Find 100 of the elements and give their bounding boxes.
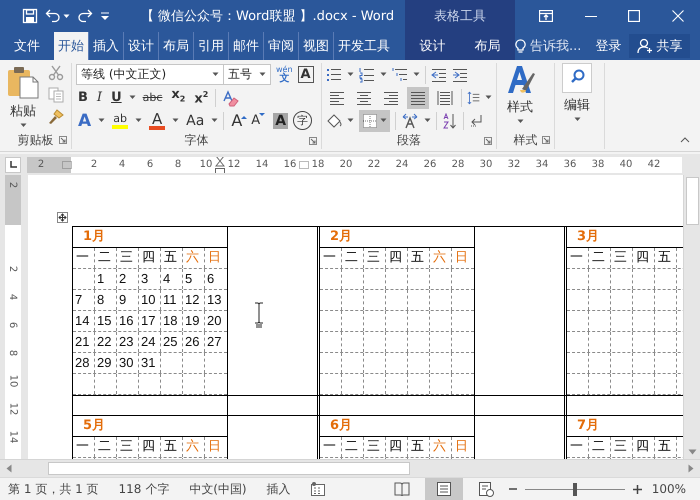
sort-icon[interactable] [442,112,458,128]
clear-formatting-icon[interactable] [221,88,240,106]
scroll-right-icon[interactable] [688,464,694,473]
strike-button[interactable]: abc [140,90,164,106]
language-indicator[interactable]: 中文(中国) [189,480,247,498]
maximize-icon[interactable] [628,10,640,22]
superscript-button[interactable]: x$^{2}$ [192,87,210,108]
highlight-button[interactable]: ab [110,112,130,129]
italic-button[interactable]: I [94,90,104,106]
column-marker-icon[interactable] [62,160,72,170]
font-name-dropdown[interactable]: 等线 (中文正文) [76,64,224,85]
shading-bucket-icon[interactable] [326,112,342,128]
dialog-launcher-icon[interactable] [309,136,317,144]
caret-icon[interactable] [211,118,218,123]
multilevel-list-icon[interactable] [392,66,408,82]
share-button[interactable]: 共享 [629,34,690,58]
word-count[interactable]: 118 个字 [118,480,170,498]
zoom-in-icon[interactable] [632,484,642,494]
print-view-button[interactable] [424,478,463,500]
collapse-ribbon-icon[interactable] [680,137,690,143]
caret-icon[interactable] [347,118,354,123]
vertical-scrollbar[interactable] [683,175,700,459]
macro-recording-icon[interactable] [310,482,325,496]
column-marker-icon[interactable] [299,160,309,170]
caret-icon[interactable] [380,118,387,123]
fontcolor-button[interactable]: A [147,112,168,130]
caret-icon[interactable] [172,118,180,123]
undo-icon[interactable] [45,8,61,24]
shrink-button[interactable]: A [249,112,262,128]
bold-button[interactable]: B [76,90,90,106]
caret-icon[interactable] [128,95,136,100]
align-justify-button[interactable] [407,86,429,108]
caret-icon[interactable] [135,118,142,123]
dialog-launcher-icon[interactable] [484,136,492,144]
indent-marker-icon[interactable] [215,156,225,172]
ruler-number: 8 [174,159,182,170]
increase-indent-icon[interactable] [452,66,468,82]
date-cell: 23 [117,332,139,352]
effects-button[interactable]: A [76,112,94,128]
tab-selector[interactable] [5,156,21,172]
page-count[interactable]: 第 1 页，共 1 页 [8,480,99,498]
format-painter-icon[interactable] [48,109,64,125]
scroll-thumb[interactable] [48,462,410,475]
bullets-icon[interactable] [326,66,342,82]
show-marks-icon[interactable] [469,112,483,128]
dialog-launcher-icon[interactable] [59,136,67,144]
table-move-handle-icon[interactable] [57,212,68,223]
ribbon-tab[interactable]: 文件 [8,32,52,60]
shading-button[interactable]: A [273,112,288,128]
caret-icon[interactable] [413,72,420,77]
asian-layout-icon[interactable] [401,112,419,128]
ruler-number: 26 [422,159,438,170]
slider-thumb[interactable] [572,482,577,496]
caret-icon[interactable] [347,72,354,77]
subscript-button[interactable]: x$_{2}$ [169,87,188,108]
redo-icon[interactable] [77,8,93,24]
ribbon-tab[interactable]: 开始 [54,32,88,60]
styles-button[interactable]: 样式 [501,63,539,131]
caret-icon[interactable] [63,14,70,18]
caret-icon[interactable] [259,72,266,77]
font-size-dropdown[interactable]: 五号 [223,64,271,85]
dialog-launcher-icon[interactable] [542,136,550,144]
enclose-button[interactable]: 字 [293,111,312,130]
zoom-level[interactable]: 100% [652,482,686,496]
close-icon[interactable] [672,10,684,22]
scroll-thumb[interactable] [686,177,698,225]
character-border-button[interactable]: A [298,66,314,83]
case-button[interactable]: Aa [184,112,206,128]
scissors-icon[interactable] [48,65,64,81]
scroll-down-icon[interactable] [688,449,696,455]
phonetic-guide-button[interactable]: wén 文 [276,66,293,84]
scroll-left-icon[interactable] [6,464,12,473]
line-spacing-icon[interactable] [466,90,480,106]
caret-icon[interactable] [212,72,219,77]
contextual-tab[interactable]: 设计 [405,32,460,60]
grow-button[interactable]: A [229,112,244,128]
paste-button[interactable]: 粘贴 [4,63,42,131]
contextual-tab[interactable]: 布局 [460,32,515,60]
ruler-number: 32 [506,159,522,170]
editing-button[interactable]: 编辑 [559,63,595,131]
caret-icon[interactable] [516,119,524,124]
caret-icon[interactable] [20,123,26,128]
sign-in-link[interactable]: 登录 [587,32,630,60]
insert-mode[interactable]: 插入 [266,480,291,498]
caret-icon[interactable] [574,117,580,122]
caret-icon[interactable] [485,95,492,100]
caret-icon[interactable] [380,72,387,77]
decrease-indent-icon[interactable] [431,66,447,82]
caret-icon[interactable] [98,118,106,123]
weekday-cell-text: 日 [207,249,222,267]
borders-button[interactable] [359,110,390,132]
customize-icon[interactable] [100,11,110,21]
align-right-icon [383,90,399,106]
horizontal-scrollbar[interactable] [0,459,700,477]
caret-icon[interactable] [424,118,431,123]
ribbon-display-icon[interactable] [538,10,553,22]
save-icon[interactable] [22,8,38,24]
underline-button[interactable]: U [109,90,124,106]
numbering-icon[interactable] [359,66,375,82]
tell-me-button[interactable]: 告诉我... [515,32,588,60]
